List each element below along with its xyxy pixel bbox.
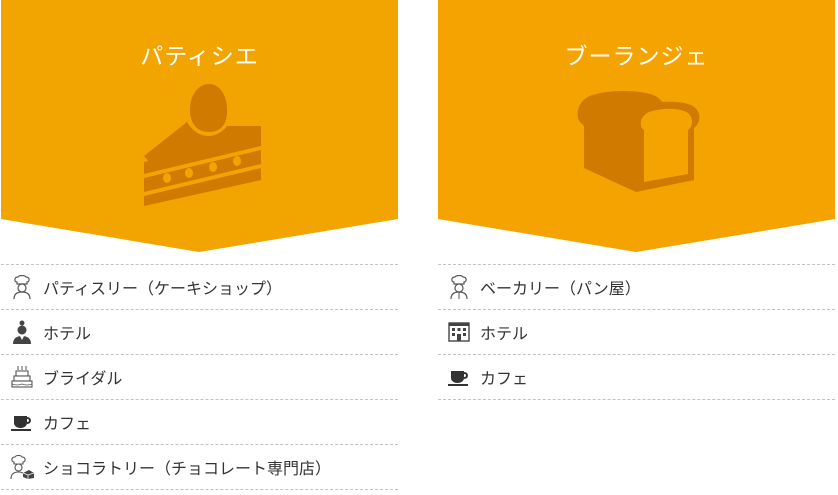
list-item-chocolaterie: ショコラトリー（チョコレート専門店）: [1, 445, 398, 490]
cake-icon: [144, 84, 261, 206]
list-item-label: カフェ: [43, 414, 92, 433]
list-item-label: ベーカリー（パン屋）: [480, 279, 641, 298]
hotel-staff-icon: [10, 319, 34, 345]
boulanger-title: ブーランジェ: [564, 44, 709, 70]
building-icon: [447, 319, 471, 345]
list-item-hotel: ホテル: [1, 310, 398, 355]
wedding-cake-icon: [10, 364, 34, 390]
patissier-title: パティシエ: [140, 44, 259, 70]
baker-icon: [447, 274, 471, 300]
list-item-label: パティスリー（ケーキショップ）: [43, 279, 283, 298]
coffee-cup-icon: [10, 409, 34, 435]
list-item-label: ホテル: [43, 324, 92, 343]
bread-icon: [577, 91, 700, 192]
list-item-cafe: カフェ: [438, 355, 835, 400]
chocolatier-icon: [10, 454, 34, 480]
boulanger-column: ブーランジェ ベーカリー（パン屋） ホテル カフェ: [438, 0, 835, 400]
coffee-cup-icon: [447, 364, 471, 390]
list-item-label: ブライダル: [43, 369, 123, 388]
patissier-column: パティシエ パティスリー（ケーキショップ） ホテル ブライダル カフェ ショコラ…: [1, 0, 398, 490]
list-item-bridal: ブライダル: [1, 355, 398, 400]
patissier-banner: パティシエ: [1, 0, 398, 252]
list-item-label: ホテル: [480, 324, 529, 343]
list-item-label: ショコラトリー（チョコレート専門店）: [43, 459, 332, 478]
list-item-cafe: カフェ: [1, 400, 398, 445]
boulanger-workplace-list: ベーカリー（パン屋） ホテル カフェ: [438, 264, 835, 400]
chef-icon: [10, 274, 34, 300]
list-item-patisserie: パティスリー（ケーキショップ）: [1, 265, 398, 310]
boulanger-banner: ブーランジェ: [438, 0, 835, 252]
patissier-workplace-list: パティスリー（ケーキショップ） ホテル ブライダル カフェ ショコラトリー（チョ…: [1, 264, 398, 490]
list-item-hotel: ホテル: [438, 310, 835, 355]
list-item-label: カフェ: [480, 369, 529, 388]
list-item-bakery: ベーカリー（パン屋）: [438, 265, 835, 310]
